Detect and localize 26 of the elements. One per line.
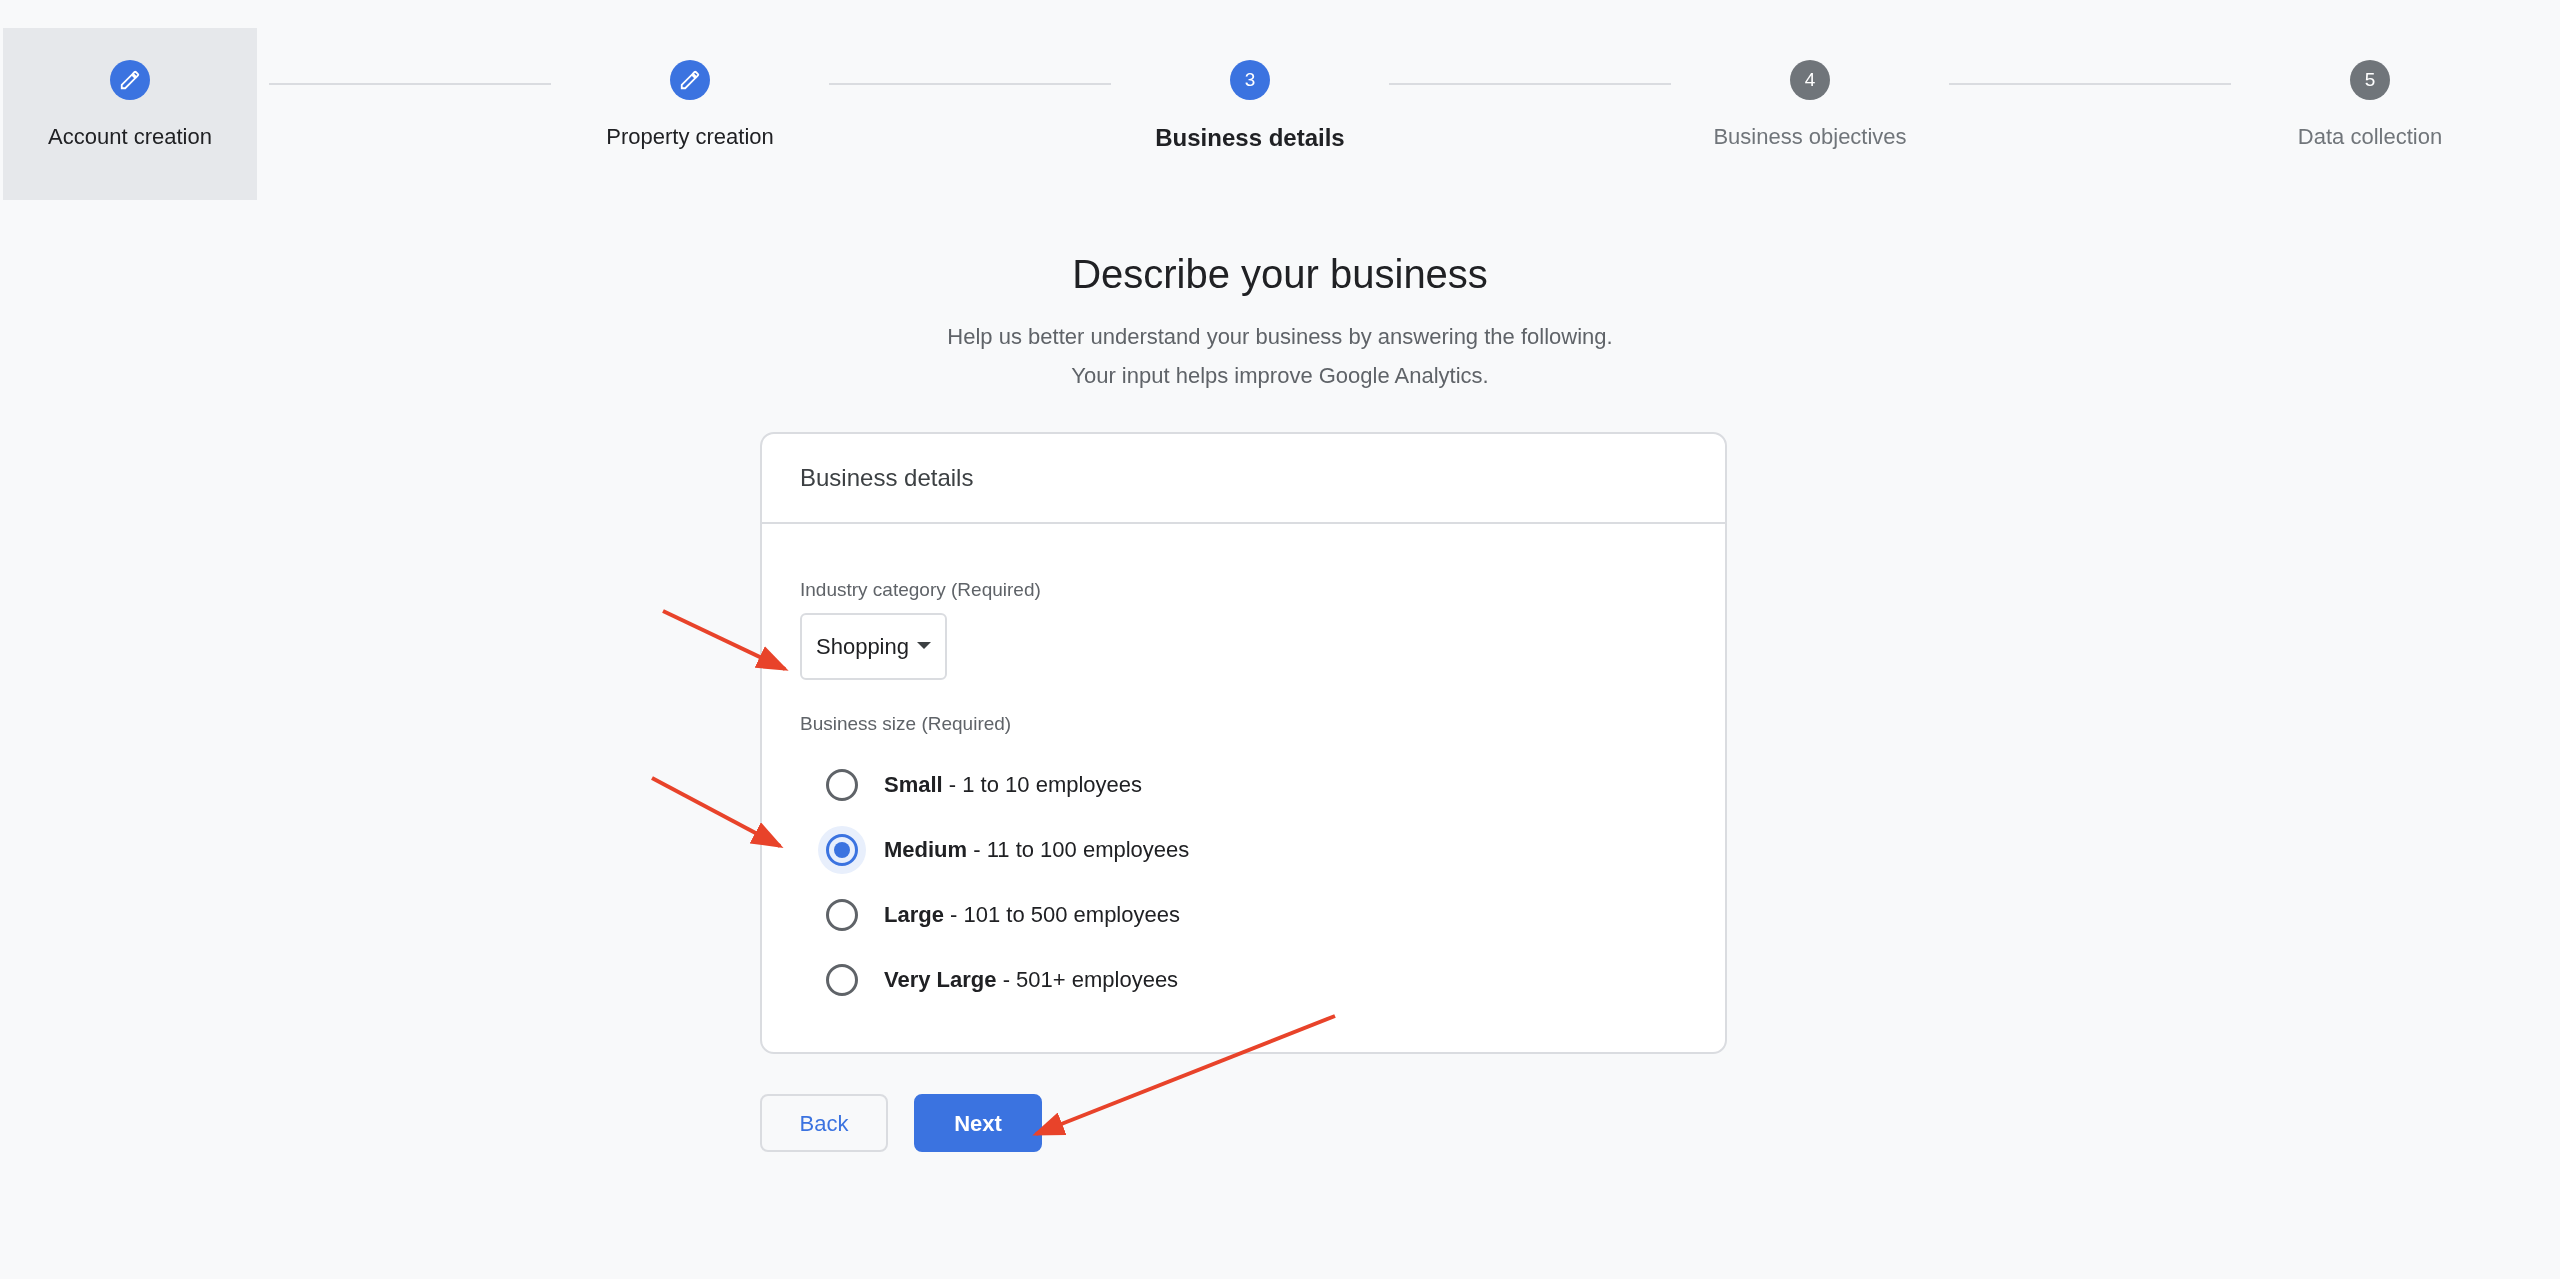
field-label: Industry category (Required)	[800, 578, 1042, 602]
card-title: Business details	[800, 463, 974, 493]
step-label: Property creation	[606, 123, 774, 151]
caret-icon	[917, 642, 931, 650]
back-button[interactable]: Back	[760, 1094, 888, 1152]
step-label: Account creation	[48, 123, 212, 151]
intro-text: Help us better understand your business by answering the following.	[947, 323, 1613, 351]
step-number: 4	[1790, 60, 1830, 100]
intro-text: Your input helps improve Google Analytics.	[1071, 362, 1489, 390]
step-number: 3	[1230, 60, 1270, 100]
page-heading: Describe your business	[1071, 251, 1489, 298]
edit-icon	[110, 60, 150, 100]
option-label: Very Large - 501+ employees	[884, 966, 1179, 994]
option-label: Small - 1 to 10 employees	[884, 771, 1143, 799]
option-label: Large - 101 to 500 employees	[884, 901, 1180, 929]
industry-dropdown[interactable]: Shopping	[800, 612, 947, 680]
stepper-step[interactable]: Account creation	[3, 28, 257, 200]
radio-button[interactable]	[818, 825, 866, 874]
edit-icon	[670, 60, 710, 100]
step-label: Data collection	[2297, 123, 2443, 151]
step-number: 5	[2350, 60, 2390, 100]
step-label: Business details	[1155, 123, 1345, 153]
step-label: Business objectives	[1713, 123, 1907, 151]
option-label: Medium - 11 to 100 employees	[884, 836, 1190, 864]
field-label: Business size (Required)	[800, 711, 1013, 736]
next-button[interactable]: Next	[914, 1094, 1042, 1152]
